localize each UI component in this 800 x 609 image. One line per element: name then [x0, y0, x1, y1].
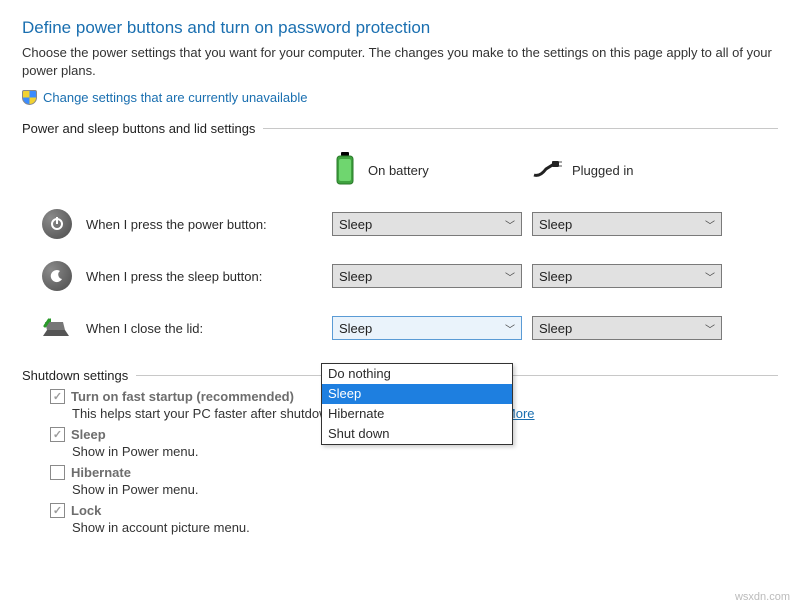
row-power-button-label: When I press the power button:: [86, 217, 267, 232]
combo-power-plugged-value: Sleep: [539, 217, 572, 232]
change-settings-row: Change settings that are currently unava…: [22, 90, 778, 105]
combo-power-battery-value: Sleep: [339, 217, 372, 232]
lock-title: Lock: [71, 503, 101, 518]
checkbox-hibernate[interactable]: [50, 465, 65, 480]
combo-sleep-battery[interactable]: Sleep ﹀: [332, 264, 522, 288]
chevron-down-icon: ﹀: [505, 321, 515, 336]
checkbox-lock[interactable]: ✓: [50, 503, 65, 518]
row-lid: When I close the lid:: [22, 302, 322, 354]
chevron-down-icon: ﹀: [705, 321, 715, 336]
combo-power-plugged[interactable]: Sleep ﹀: [532, 212, 722, 236]
row-sleep-button: When I press the sleep button:: [22, 250, 322, 302]
plug-icon: [532, 159, 562, 182]
shield-icon: [22, 90, 37, 105]
combo-sleep-plugged[interactable]: Sleep ﹀: [532, 264, 722, 288]
lock-desc: Show in account picture menu.: [72, 520, 778, 535]
combo-lid-battery-dropdown: Do nothing Sleep Hibernate Shut down: [321, 363, 513, 445]
col-header-plugged-label: Plugged in: [572, 163, 633, 178]
hibernate-title: Hibernate: [71, 465, 131, 480]
sleep-desc: Show in Power menu.: [72, 444, 778, 459]
battery-icon: [332, 152, 358, 189]
section-shutdown-label: Shutdown settings: [22, 368, 128, 383]
shutdown-lock: ✓ Lock Show in account picture menu.: [22, 503, 778, 535]
combo-lid-battery-value: Sleep: [339, 321, 372, 336]
combo-lid-battery[interactable]: Sleep ﹀: [332, 316, 522, 340]
row-power-button: When I press the power button:: [22, 198, 322, 250]
sleep-button-icon: [42, 261, 72, 291]
power-grid: On battery Plugged in When I press the p…: [22, 142, 778, 354]
section-power-buttons-label: Power and sleep buttons and lid settings: [22, 121, 255, 136]
chevron-down-icon: ﹀: [505, 217, 515, 232]
shutdown-hibernate: Hibernate Show in Power menu.: [22, 465, 778, 497]
hibernate-desc: Show in Power menu.: [72, 482, 778, 497]
page-title: Define power buttons and turn on passwor…: [22, 18, 778, 38]
col-header-battery: On battery: [332, 142, 522, 198]
dropdown-option-shut-down[interactable]: Shut down: [322, 424, 512, 444]
col-header-plugged: Plugged in: [532, 142, 722, 198]
change-settings-link[interactable]: Change settings that are currently unava…: [43, 90, 308, 105]
page-description: Choose the power settings that you want …: [22, 44, 778, 80]
row-lid-label: When I close the lid:: [86, 321, 203, 336]
section-power-buttons: Power and sleep buttons and lid settings: [22, 121, 778, 136]
combo-lid-plugged[interactable]: Sleep ﹀: [532, 316, 722, 340]
dropdown-option-do-nothing[interactable]: Do nothing: [322, 364, 512, 384]
col-header-battery-label: On battery: [368, 163, 429, 178]
lid-icon: [42, 313, 72, 343]
row-sleep-button-label: When I press the sleep button:: [86, 269, 262, 284]
combo-power-battery[interactable]: Sleep ﹀: [332, 212, 522, 236]
dropdown-option-hibernate[interactable]: Hibernate: [322, 404, 512, 424]
divider: [263, 128, 778, 129]
chevron-down-icon: ﹀: [705, 217, 715, 232]
watermark: wsxdn.com: [735, 591, 790, 603]
fast-startup-title: Turn on fast startup (recommended): [71, 389, 294, 404]
power-button-icon: [42, 209, 72, 239]
chevron-down-icon: ﹀: [505, 269, 515, 284]
dropdown-option-sleep[interactable]: Sleep: [322, 384, 512, 404]
checkbox-fast-startup[interactable]: ✓: [50, 389, 65, 404]
chevron-down-icon: ﹀: [705, 269, 715, 284]
combo-sleep-plugged-value: Sleep: [539, 269, 572, 284]
combo-lid-plugged-value: Sleep: [539, 321, 572, 336]
combo-sleep-battery-value: Sleep: [339, 269, 372, 284]
checkbox-sleep[interactable]: ✓: [50, 427, 65, 442]
sleep-title: Sleep: [71, 427, 106, 442]
